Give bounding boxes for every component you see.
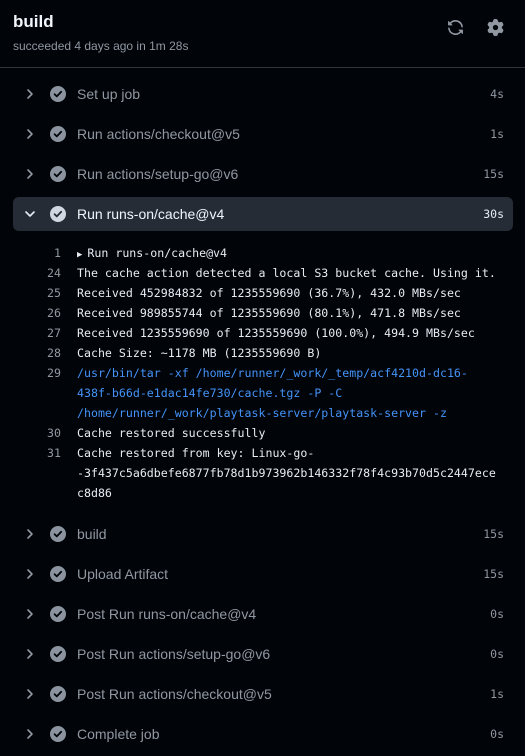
check-circle-icon [50,206,66,222]
step-duration: 1s [490,687,504,701]
job-header: build succeeded 4 days ago in 1m 28s [0,0,525,68]
step-row[interactable]: Post Run actions/setup-go@v6 0s [13,637,513,671]
chevron-right-icon [23,567,37,581]
chevron-right-icon [23,127,37,141]
job-status-summary: succeeded 4 days ago in 1m 28s [13,39,189,53]
check-circle-icon [50,686,66,702]
check-circle-icon [50,566,66,582]
sync-icon [447,19,463,35]
log-line: /home/runner/_work/playtask-server/playt… [0,403,525,423]
log-line-number: 31 [47,446,61,460]
check-circle-icon [50,646,66,662]
step-row[interactable]: build 15s [13,517,513,551]
chevron-right-icon [23,607,37,621]
check-circle-icon [50,166,66,182]
log-line-number: 28 [47,346,61,360]
step-name: Post Run actions/checkout@v5 [77,686,272,702]
step-row[interactable]: Run actions/checkout@v5 1s [13,117,513,151]
log-line-text: -3f437c5a6dbefe6877fb78d1b973962b146332f… [77,466,496,480]
log-group-text: Run runs-on/cache@v4 [87,246,228,260]
step-duration: 15s [483,167,504,181]
log-line-number: 26 [47,306,61,320]
log-group-line[interactable]: 1 ▶ Run runs-on/cache@v4 [0,243,525,263]
settings-button[interactable] [483,15,507,39]
log-line-text: Received 1235559690 of 1235559690 (100.0… [77,326,475,340]
log-line-text: 438f-b66d-e1dac14fe730/cache.tgz -P -C [77,386,343,400]
log-line: 31 Cache restored from key: Linux-go- [0,443,525,463]
step-duration: 0s [490,607,504,621]
log-line: 25 Received 452984832 of 1235559690 (36.7… [0,283,525,303]
log-line-text: Received 989855744 of 1235559690 (80.1%)… [77,306,461,320]
step-log: 1 ▶ Run runs-on/cache@v4 24 The cache acti… [0,243,525,503]
log-line-number: 27 [47,326,61,340]
log-line-text: Received 452984832 of 1235559690 (36.7%)… [77,286,461,300]
step-name: Upload Artifact [77,566,169,582]
log-line: 28 Cache Size: ~1178 MB (1235559690 B) [0,343,525,363]
step-name: Run actions/checkout@v5 [77,126,240,142]
log-line: 29/usr/bin/tar -xf /home/runner/_work/_t… [0,363,525,383]
step-duration: 0s [490,727,504,741]
step-duration: 1s [490,127,504,141]
check-circle-icon [50,606,66,622]
log-line-text: The cache action detected a local S3 buc… [77,266,496,280]
gear-icon [487,18,503,36]
log-line: 438f-b66d-e1dac14fe730/cache.tgz -P -C [0,383,525,403]
chevron-right-icon [23,687,37,701]
log-line-text: c8d86 [77,486,112,500]
log-line-text: Cache Size: ~1178 MB (1235559690 B) [77,346,322,360]
log-line-text: /usr/bin/tar -xf /home/runner/_work/_tem… [77,366,468,380]
log-line-number: 1 [54,246,61,260]
check-circle-icon [50,126,66,142]
step-row[interactable]: Post Run actions/checkout@v5 1s [13,677,513,711]
log-line-number: 29 [47,366,61,380]
log-line-text: Cache restored from key: Linux-go- [77,446,315,460]
log-line-number: 30 [47,426,61,440]
chevron-right-icon [23,167,37,181]
log-line: -3f437c5a6dbefe6877fb78d1b973962b146332f… [0,463,525,483]
step-name: Complete job [77,726,160,742]
chevron-right-icon [23,527,37,541]
step-name: Post Run actions/setup-go@v6 [77,646,271,662]
step-name: Set up job [77,86,141,102]
rerun-button[interactable] [443,15,467,39]
step-duration: 0s [490,647,504,661]
log-line-number: 25 [47,286,61,300]
step-duration: 15s [483,527,504,541]
step-row[interactable]: Post Run runs-on/cache@v4 0s [13,597,513,631]
check-circle-icon [50,526,66,542]
log-line: 27 Received 1235559690 of 1235559690 (100… [0,323,525,343]
log-line: 26 Received 989855744 of 1235559690 (80.1… [0,303,525,323]
chevron-right-icon [23,87,37,101]
step-row[interactable]: Set up job 4s [13,77,513,111]
log-line-number: 24 [47,266,61,280]
check-circle-icon [50,726,66,742]
step-row[interactable]: Upload Artifact 15s [13,557,513,591]
job-title: build [13,12,54,31]
chevron-down-icon [23,207,37,221]
log-line: c8d86 [0,483,525,503]
chevron-right-icon [23,727,37,741]
step-name: Run actions/setup-go@v6 [77,166,239,182]
step-name: Run runs-on/cache@v4 [77,206,225,222]
log-line-text: /home/runner/_work/playtask-server/playt… [77,406,447,420]
log-line: 24 The cache action detected a local S3 b… [0,263,525,283]
step-row[interactable]: Run actions/setup-go@v6 15s [13,157,513,191]
step-duration: 30s [483,207,504,221]
step-row[interactable]: Complete job 0s [13,717,513,751]
step-row-expanded[interactable]: Run runs-on/cache@v4 30s [13,197,513,231]
step-name: Post Run runs-on/cache@v4 [77,606,257,622]
check-circle-icon [50,86,66,102]
step-duration: 4s [490,87,504,101]
chevron-right-icon [23,647,37,661]
step-duration: 15s [483,567,504,581]
triangle-right-icon: ▶ [77,250,83,260]
log-line-text: Cache restored successfully [77,426,266,440]
log-line: 30 Cache restored successfully [0,423,525,443]
step-name: build [77,526,107,542]
